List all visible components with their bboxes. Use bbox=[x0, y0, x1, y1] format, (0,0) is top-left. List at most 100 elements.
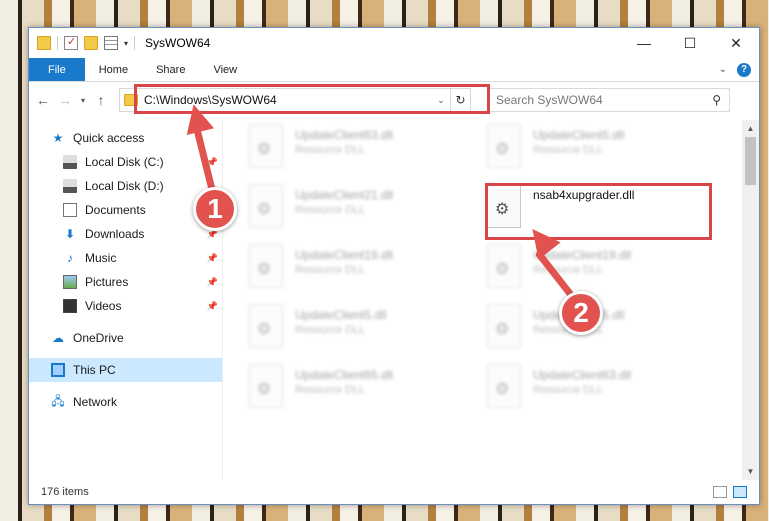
dll-file-icon bbox=[487, 304, 521, 348]
sidebar-item-label: Documents bbox=[85, 203, 146, 217]
dll-file-icon bbox=[249, 184, 283, 228]
tab-view[interactable]: View bbox=[199, 58, 251, 81]
up-arrow-icon[interactable]: ↑ bbox=[93, 92, 109, 108]
status-bar: 176 items bbox=[29, 480, 759, 504]
file-type: Resource DLL bbox=[295, 204, 366, 216]
dll-file-icon bbox=[487, 364, 521, 408]
main-content: ★ Quick access Local Disk (C:) 📌 Local D… bbox=[29, 120, 759, 480]
tab-share[interactable]: Share bbox=[142, 58, 199, 81]
sidebar-item-this-pc[interactable]: This PC bbox=[29, 358, 222, 382]
cloud-icon: ☁ bbox=[52, 331, 64, 345]
properties-check-icon[interactable] bbox=[64, 35, 78, 50]
sidebar-item-local-disk-d[interactable]: Local Disk (D:) bbox=[29, 174, 222, 198]
help-icon[interactable]: ? bbox=[737, 62, 751, 77]
close-button[interactable]: ✕ bbox=[713, 28, 759, 58]
sidebar-item-videos[interactable]: Videos 📌 bbox=[29, 294, 222, 318]
dll-file-icon bbox=[487, 124, 521, 168]
sidebar-item-network[interactable]: 🖧 Network bbox=[29, 390, 222, 414]
window-title: SysWOW64 bbox=[145, 36, 211, 50]
documents-icon bbox=[63, 203, 77, 217]
ribbon-tabs: File Home Share View ⌄ ? bbox=[29, 58, 759, 82]
file-name: UpdateClient63.dll bbox=[295, 128, 394, 142]
search-box[interactable]: Search SysWOW64 ⚲ bbox=[487, 88, 730, 112]
star-icon: ★ bbox=[52, 131, 64, 145]
file-type: Resource DLL bbox=[295, 324, 366, 336]
file-item[interactable]: UpdateClient65.dll Resource DLL bbox=[249, 364, 469, 420]
new-folder-icon[interactable] bbox=[84, 36, 98, 50]
navigation-pane: ★ Quick access Local Disk (C:) 📌 Local D… bbox=[29, 120, 223, 480]
dll-file-icon bbox=[249, 124, 283, 168]
sidebar-item-music[interactable]: ♪ Music 📌 bbox=[29, 246, 222, 270]
step-1-badge: 1 bbox=[193, 187, 237, 231]
search-input[interactable]: Search SysWOW64 bbox=[496, 93, 712, 107]
tab-home[interactable]: Home bbox=[85, 58, 142, 81]
sidebar-item-label: Downloads bbox=[85, 227, 145, 241]
sidebar-item-label: Quick access bbox=[73, 131, 145, 145]
toolbar-divider bbox=[57, 36, 58, 50]
file-type: Resource DLL bbox=[533, 144, 604, 156]
search-icon[interactable]: ⚲ bbox=[712, 93, 721, 107]
step-2-badge: 2 bbox=[559, 291, 603, 335]
file-highlight-box bbox=[485, 183, 712, 240]
dll-file-icon bbox=[487, 244, 521, 288]
details-view-icon[interactable] bbox=[713, 486, 727, 498]
title-bar: ▾ SysWOW64 — ☐ ✕ bbox=[29, 28, 759, 58]
sidebar-item-downloads[interactable]: ⬇ Downloads 📌 bbox=[29, 222, 222, 246]
file-item[interactable]: UpdateClient21.dll Resource DLL bbox=[249, 184, 469, 240]
file-item[interactable]: UpdateClient63.dll Resource DLL bbox=[487, 364, 707, 420]
maximize-button[interactable]: ☐ bbox=[667, 28, 713, 58]
forward-arrow-icon[interactable]: → bbox=[57, 92, 73, 108]
file-item[interactable]: UpdateClient19.dllResource DLL bbox=[487, 244, 707, 300]
network-icon: 🖧 bbox=[51, 393, 65, 408]
dll-file-icon bbox=[249, 364, 283, 408]
item-count: 176 items bbox=[41, 486, 89, 498]
disk-icon bbox=[63, 155, 77, 169]
pin-icon: 📌 bbox=[206, 276, 218, 287]
customize-toolbar-icon[interactable] bbox=[104, 36, 118, 50]
scroll-down-icon[interactable]: ▼ bbox=[742, 463, 759, 480]
file-item[interactable]: UpdateClient5.dll Resource DLL bbox=[487, 124, 707, 180]
sidebar-item-label: Music bbox=[85, 251, 117, 265]
file-name: UpdateClient21.dll bbox=[295, 188, 394, 202]
quick-access-toolbar: ▾ bbox=[29, 35, 128, 50]
file-name: UpdateClient63.dll bbox=[533, 368, 632, 382]
sidebar-item-label: Local Disk (D:) bbox=[85, 179, 164, 193]
sidebar-item-label: Videos bbox=[85, 299, 122, 313]
file-item[interactable]: UpdateClient5.dll Resource DLL bbox=[249, 304, 469, 360]
sidebar-item-pictures[interactable]: Pictures 📌 bbox=[29, 270, 222, 294]
file-type: Resource DLL bbox=[533, 384, 604, 396]
title-divider bbox=[134, 36, 136, 50]
file-name: UpdateClient65.dll bbox=[295, 368, 394, 382]
large-icons-view-icon[interactable] bbox=[733, 486, 747, 498]
tab-file[interactable]: File bbox=[29, 58, 85, 81]
file-list: UpdateClient63.dll Resource DLL UpdateCli… bbox=[223, 120, 759, 480]
file-name: UpdateClient5.dll bbox=[533, 128, 625, 142]
sidebar-item-onedrive[interactable]: ☁ OneDrive bbox=[29, 326, 222, 350]
toolbar-dropdown-icon[interactable]: ▾ bbox=[124, 39, 128, 48]
file-name: UpdateClient5.dll bbox=[295, 308, 387, 322]
pin-icon: 📌 bbox=[206, 300, 218, 311]
file-item[interactable]: UpdateClient19.dllResource DLL bbox=[249, 244, 469, 300]
download-icon: ⬇ bbox=[64, 227, 76, 241]
recent-locations-icon[interactable]: ▾ bbox=[79, 96, 87, 105]
vertical-scrollbar[interactable]: ▲ ▼ bbox=[742, 120, 759, 480]
file-name: UpdateClient19.dll bbox=[295, 248, 394, 262]
window-controls: — ☐ ✕ bbox=[621, 28, 759, 58]
dll-file-icon bbox=[249, 304, 283, 348]
pictures-icon bbox=[63, 275, 77, 289]
computer-icon bbox=[51, 363, 65, 377]
sidebar-item-local-disk-c[interactable]: Local Disk (C:) 📌 bbox=[29, 150, 222, 174]
disk-icon bbox=[63, 179, 77, 193]
expand-ribbon-icon[interactable]: ⌄ bbox=[719, 64, 727, 75]
sidebar-item-label: Local Disk (C:) bbox=[85, 155, 164, 169]
back-arrow-icon[interactable]: ← bbox=[35, 92, 51, 108]
folder-icon bbox=[37, 36, 51, 50]
file-item[interactable]: UpdateClient63.dll Resource DLL bbox=[249, 124, 469, 180]
scrollbar-thumb[interactable] bbox=[745, 137, 756, 185]
minimize-button[interactable]: — bbox=[621, 28, 667, 58]
videos-icon bbox=[63, 299, 77, 313]
scroll-up-icon[interactable]: ▲ bbox=[742, 120, 759, 137]
sidebar-item-label: Pictures bbox=[85, 275, 129, 289]
sidebar-item-label: OneDrive bbox=[73, 331, 124, 345]
